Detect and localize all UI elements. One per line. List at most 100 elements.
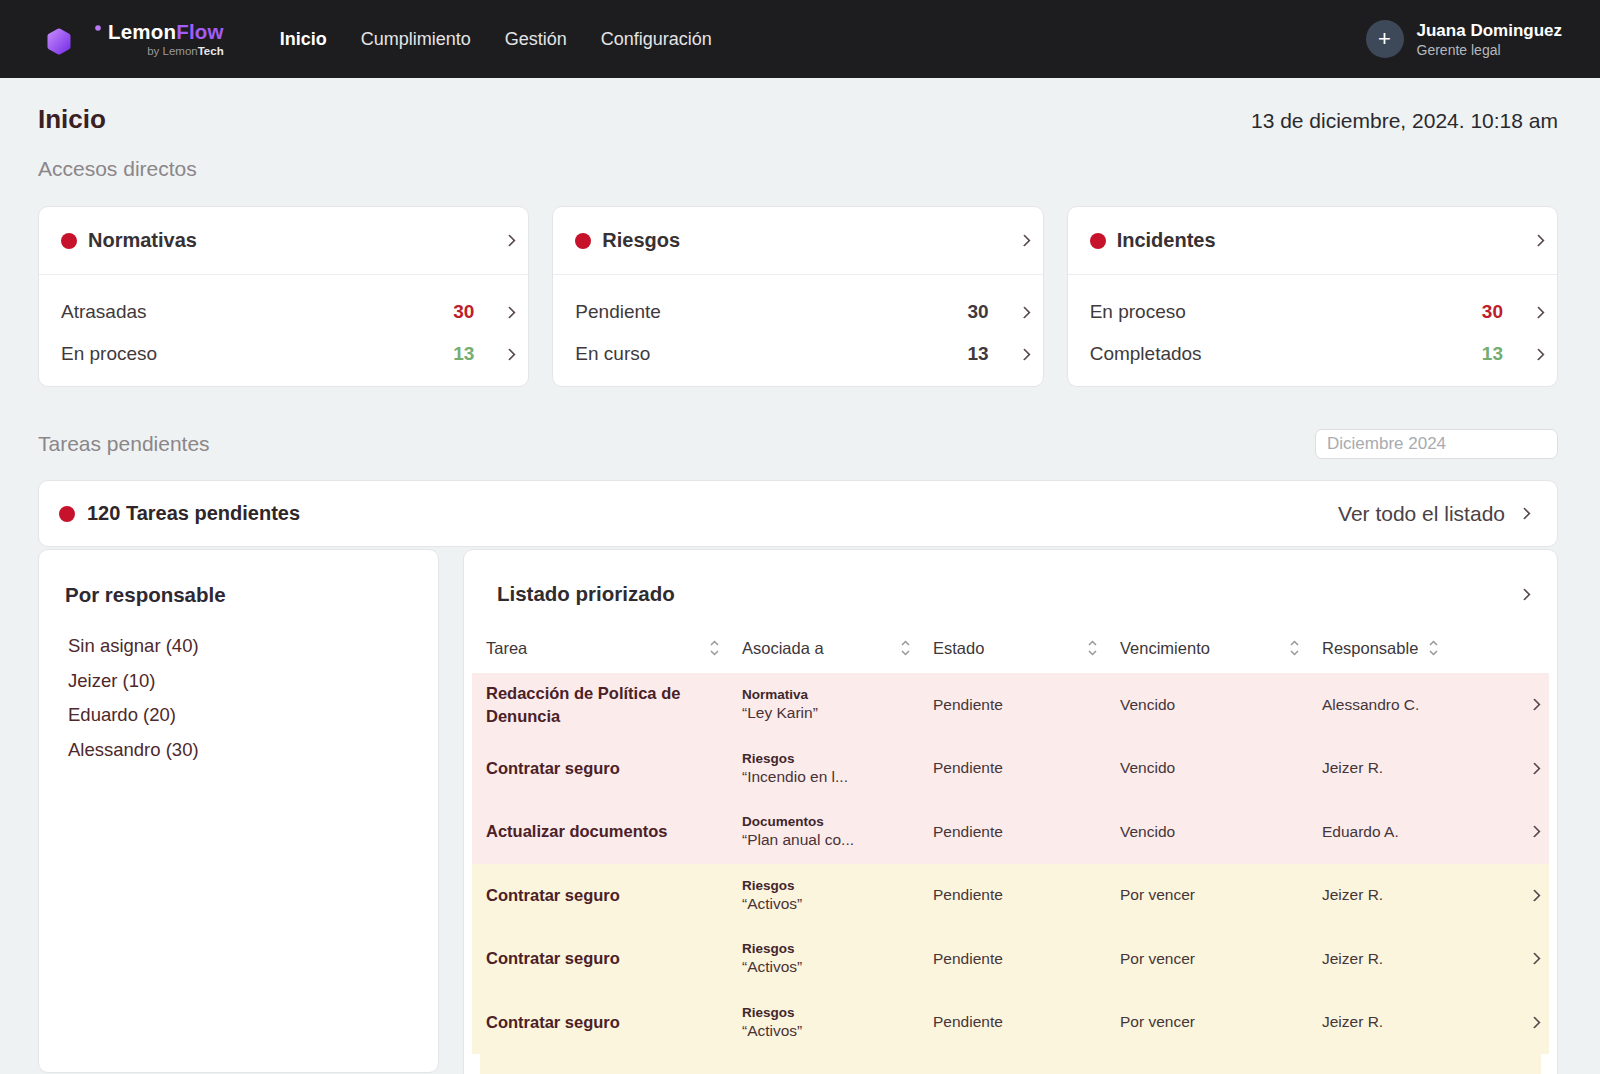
brand-byline: by LemonTech	[147, 45, 224, 57]
pending-tasks-count: 120 Tareas pendientes	[87, 502, 300, 525]
stat-row[interactable]: En proceso 30	[1090, 291, 1543, 333]
task-due: Por vencer	[1120, 1013, 1322, 1031]
responsible-item[interactable]: Alessandro (30)	[65, 733, 412, 768]
task-associated: Riesgos “Activos”	[742, 941, 933, 976]
task-row[interactable]: Contratar seguro Riesgos “Activos” Pendi…	[472, 991, 1549, 1055]
prioritized-table: Tarea Asociada a Estado Vencimiento	[472, 623, 1549, 1074]
table-header-row: Tarea Asociada a Estado Vencimiento	[472, 623, 1549, 673]
stat-value: 30	[453, 301, 474, 323]
dashboard-content: Inicio 13 de diciembre, 2024. 10:18 am A…	[0, 78, 1600, 1074]
stat-label: En proceso	[61, 343, 453, 365]
chevron-right-icon[interactable]	[1528, 889, 1541, 902]
task-name: Actualizar documentos	[472, 820, 742, 843]
responsible-item[interactable]: Eduardo (20)	[65, 698, 412, 733]
task-status: Pendiente	[933, 823, 1120, 841]
responsible-item[interactable]: Sin asignar (40)	[65, 629, 412, 664]
task-row[interactable]: Redacción de Política de Denuncia Normat…	[472, 673, 1549, 737]
task-status: Pendiente	[933, 1013, 1120, 1031]
nav-item-configuracion[interactable]: Configuración	[601, 29, 712, 50]
task-due: Vencido	[1120, 696, 1322, 714]
shortcut-card-riesgos: Riesgos Pendiente 30 En curso 13	[552, 206, 1043, 387]
shortcut-cards-row: Normativas Atrasadas 30 En proceso 13	[38, 206, 1558, 387]
nav-item-inicio[interactable]: Inicio	[280, 29, 327, 50]
stat-row[interactable]: En proceso 13	[61, 333, 514, 375]
chevron-right-icon[interactable]	[1532, 234, 1545, 247]
task-row[interactable]: Actualizar documentos Documentos “Plan a…	[472, 800, 1549, 864]
responsible-item[interactable]: Jeizer (10)	[65, 664, 412, 699]
task-responsible: Jeizer R.	[1322, 886, 1500, 904]
nav-item-gestion[interactable]: Gestión	[505, 29, 567, 50]
column-header-estado[interactable]: Estado	[933, 638, 1120, 658]
chevron-right-icon[interactable]	[1518, 588, 1531, 601]
card-title: Riesgos	[602, 229, 1019, 252]
card-header[interactable]: Incidentes	[1068, 207, 1557, 275]
nav-item-cumplimiento[interactable]: Cumplimiento	[361, 29, 471, 50]
stat-value: 13	[453, 343, 474, 365]
view-all-link[interactable]: Ver todo el listado	[1338, 502, 1529, 526]
sort-icon[interactable]	[1428, 638, 1439, 658]
sort-icon[interactable]	[1289, 638, 1300, 658]
chevron-right-icon[interactable]	[503, 306, 516, 319]
stat-row[interactable]: Pendiente 30	[575, 291, 1028, 333]
column-header-tarea[interactable]: Tarea	[472, 638, 742, 658]
chevron-right-icon[interactable]	[1528, 762, 1541, 775]
sort-icon[interactable]	[900, 638, 911, 658]
task-responsible: Jeizer R.	[1322, 759, 1500, 777]
view-all-label: Ver todo el listado	[1338, 502, 1505, 526]
user-menu[interactable]: + Juana Dominguez Gerente legal	[1366, 20, 1562, 58]
lemon-icon	[46, 23, 104, 55]
red-dot-icon	[1090, 233, 1106, 249]
column-header-asociada-a[interactable]: Asociada a	[742, 638, 933, 658]
stat-row[interactable]: En curso 13	[575, 333, 1028, 375]
month-filter[interactable]	[1315, 429, 1558, 459]
chevron-right-icon[interactable]	[1018, 306, 1031, 319]
chevron-right-icon[interactable]	[1528, 952, 1541, 965]
task-due: Por vencer	[1120, 886, 1322, 904]
red-dot-icon	[59, 506, 75, 522]
column-header-vencimiento[interactable]: Vencimiento	[1120, 638, 1322, 658]
stat-value: 13	[1482, 343, 1503, 365]
user-avatar[interactable]: +	[1366, 20, 1404, 58]
user-role: Gerente legal	[1417, 42, 1562, 58]
current-datetime: 13 de diciembre, 2024. 10:18 am	[1251, 109, 1558, 133]
by-responsible-card: Por responsable Sin asignar (40) Jeizer …	[38, 549, 439, 1073]
stat-row[interactable]: Completados 13	[1090, 333, 1543, 375]
stat-label: En curso	[575, 343, 967, 365]
chevron-right-icon[interactable]	[503, 234, 516, 247]
stat-row[interactable]: Atrasadas 30	[61, 291, 514, 333]
stat-label: En proceso	[1090, 301, 1482, 323]
task-responsible: Eduardo A.	[1322, 823, 1500, 841]
chevron-right-icon[interactable]	[1528, 698, 1541, 711]
month-filter-input[interactable]	[1327, 434, 1548, 454]
stat-label: Atrasadas	[61, 301, 453, 323]
task-status: Pendiente	[933, 696, 1120, 714]
shortcut-card-incidentes: Incidentes En proceso 30 Completados 13	[1067, 206, 1558, 387]
stat-label: Completados	[1090, 343, 1482, 365]
chevron-right-icon[interactable]	[503, 348, 516, 361]
chevron-right-icon[interactable]	[1532, 348, 1545, 361]
red-dot-icon	[575, 233, 591, 249]
card-header[interactable]: Normativas	[39, 207, 528, 275]
card-header[interactable]: Riesgos	[553, 207, 1042, 275]
chevron-right-icon[interactable]	[1532, 306, 1545, 319]
task-name: Contratar seguro	[472, 884, 742, 907]
task-due: Por vencer	[1120, 950, 1322, 968]
brand-name: LemonFlow	[108, 21, 224, 44]
sort-icon[interactable]	[709, 638, 720, 658]
column-header-responsable[interactable]: Responsable	[1322, 638, 1500, 658]
task-row[interactable]: Contratar seguro Riesgos “Activos” Pendi…	[472, 927, 1549, 991]
task-associated: Documentos “Plan anual co...	[742, 814, 933, 849]
stat-label: Pendiente	[575, 301, 967, 323]
lemonflow-logo[interactable]: LemonFlow by LemonTech	[46, 21, 224, 58]
task-row[interactable]: Contratar seguro Riesgos “Incendio en l.…	[472, 737, 1549, 801]
sort-icon[interactable]	[1087, 638, 1098, 658]
chevron-right-icon[interactable]	[1528, 1016, 1541, 1029]
chevron-right-icon[interactable]	[1528, 825, 1541, 838]
chevron-right-icon[interactable]	[1018, 234, 1031, 247]
task-row[interactable]: Contratar seguro Riesgos “Activos” Pendi…	[472, 864, 1549, 928]
task-name: Contratar seguro	[472, 757, 742, 780]
prioritized-list-title: Listado priorizado	[497, 582, 675, 606]
task-associated: Riesgos “Incendio en l...	[742, 751, 933, 786]
chevron-right-icon[interactable]	[1018, 348, 1031, 361]
card-title: Normativas	[88, 229, 505, 252]
